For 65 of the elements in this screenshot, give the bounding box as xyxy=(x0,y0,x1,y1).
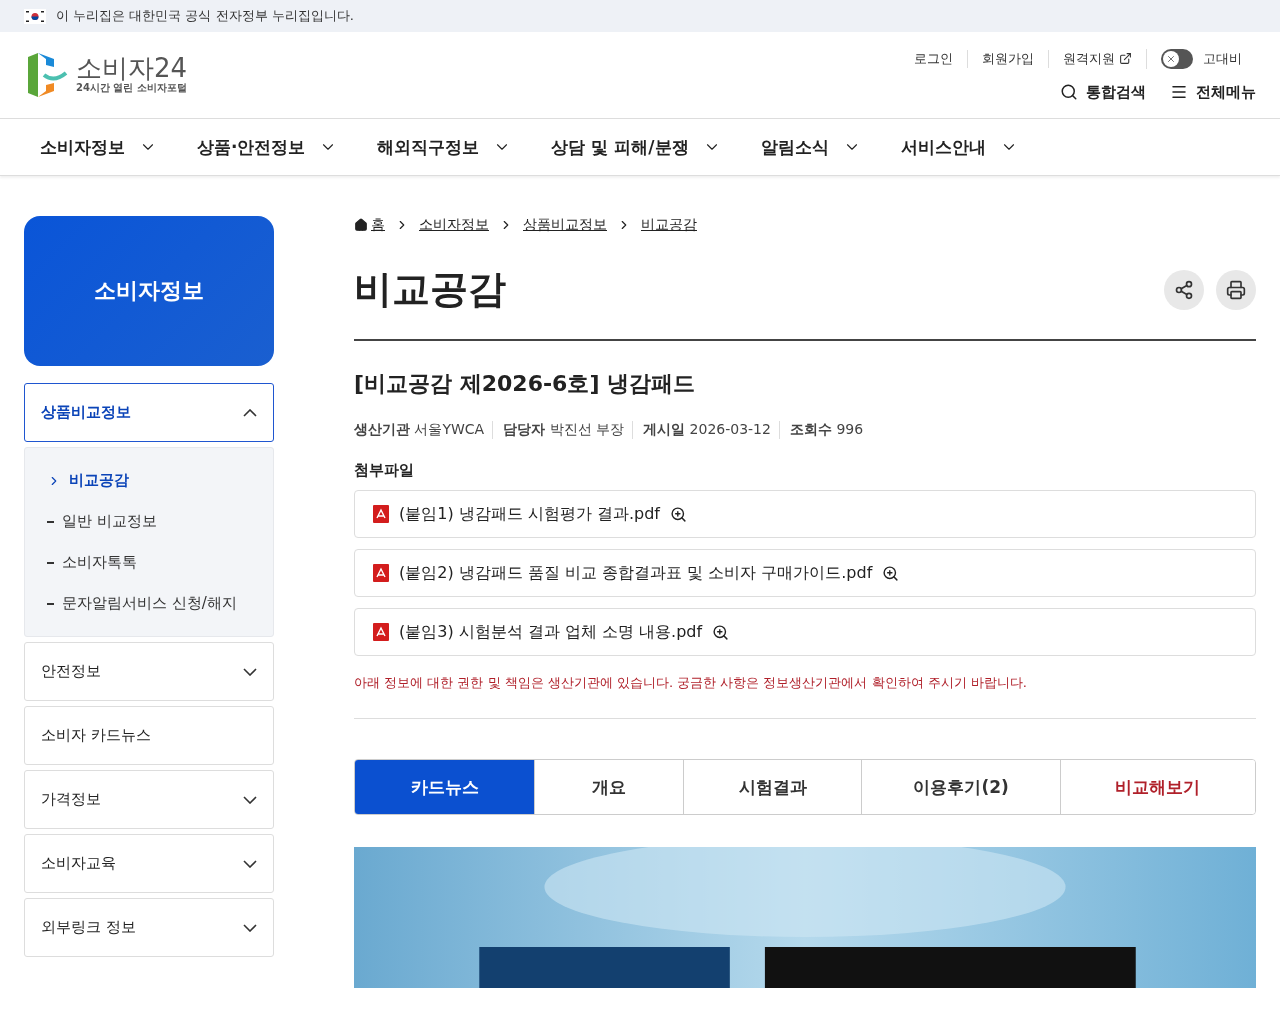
utility-link[interactable]: 원격지원 xyxy=(1048,49,1146,68)
sidebar-group[interactable]: 안전정보 xyxy=(24,642,274,701)
contrast-toggle[interactable] xyxy=(1161,48,1193,69)
tab[interactable]: 비교해보기 xyxy=(1059,760,1255,814)
logo-name: 소비자24 xyxy=(76,55,188,81)
attachments-label: 첨부파일 xyxy=(354,461,415,480)
attachment-link[interactable]: (붙임3) 시험분석 결과 업체 소명 내용.pdf xyxy=(354,608,1256,656)
sidebar-group[interactable]: 소비자 카드뉴스 xyxy=(24,706,274,765)
pdf-icon xyxy=(373,505,389,523)
logo-tagline: 24시간 열린 소비자포털 xyxy=(76,81,188,95)
article-title: [비교공감 제2026-6호] 냉감패드 xyxy=(354,370,697,398)
utility-link[interactable]: 로그인 xyxy=(900,49,967,68)
chevron-up-icon xyxy=(243,408,257,417)
sidebar-group[interactable]: 가격정보 xyxy=(24,770,274,829)
close-icon xyxy=(1166,53,1176,64)
breadcrumb-link[interactable]: 비교공감 xyxy=(641,216,697,234)
printer-icon xyxy=(1226,279,1246,300)
nav-item[interactable]: 상품·안전정보 xyxy=(197,135,338,159)
external-link-icon xyxy=(1119,52,1132,65)
share-button[interactable] xyxy=(1164,269,1204,310)
zoom-in-icon xyxy=(669,505,687,523)
search-button[interactable]: 통합검색 xyxy=(1060,82,1146,102)
nav-item[interactable]: 상담 및 피해/분쟁 xyxy=(551,135,721,159)
submenu-item[interactable]: 비교공감 xyxy=(47,460,251,501)
chevron-down-icon xyxy=(243,795,257,804)
nav-item[interactable]: 해외직구정보 xyxy=(377,135,512,159)
breadcrumb-link[interactable]: 상품비교정보 xyxy=(523,216,607,234)
page-title: 비교공감 xyxy=(354,266,506,313)
share-icon xyxy=(1174,279,1194,300)
sidebar-group[interactable]: 외부링크 정보 xyxy=(24,898,274,957)
submenu-item[interactable]: 소비자톡톡 xyxy=(47,542,251,583)
nav-item[interactable]: 알림소식 xyxy=(760,135,861,159)
chevron-down-icon xyxy=(243,923,257,932)
submenu-item[interactable]: 일반 비교정보 xyxy=(47,501,251,542)
chevron-down-icon xyxy=(243,859,257,868)
attachment-link[interactable]: (붙임1) 냉감패드 시험평가 결과.pdf xyxy=(354,490,1256,538)
attachment-link[interactable]: (붙임2) 냉감패드 품질 비교 종합결과표 및 소비자 구매가이드.pdf xyxy=(354,549,1256,597)
submenu-item[interactable]: 문자알림서비스 신청/해지 xyxy=(47,583,251,624)
search-icon xyxy=(1060,83,1078,101)
meta-item: 게시일 2026-03-12 xyxy=(632,421,779,439)
utility-link[interactable]: 회원가입 xyxy=(967,49,1048,68)
zoom-in-icon xyxy=(882,564,900,582)
section-banner: 소비자정보 xyxy=(24,216,274,366)
flag-icon xyxy=(24,8,46,24)
sidebar-group[interactable]: 상품비교정보 xyxy=(24,383,274,442)
nav-item[interactable]: 서비스안내 xyxy=(900,135,1018,159)
breadcrumb-link[interactable]: 홈 xyxy=(354,216,385,234)
meta-item: 담당자 박진선 부장 xyxy=(492,421,633,439)
contrast-label[interactable]: 고대비 xyxy=(1146,48,1256,69)
chevron-down-icon xyxy=(243,667,257,676)
pdf-icon xyxy=(373,564,389,582)
print-button[interactable] xyxy=(1216,269,1256,310)
sidebar-group[interactable]: 소비자교육 xyxy=(24,834,274,893)
notice-text: 아래 정보에 대한 권한 및 책임은 생산기관에 있습니다. 궁금한 사항은 정보생산기관에서 확인하여 주시기 바랍니다. xyxy=(354,674,1256,719)
home-icon xyxy=(354,218,368,232)
nav-item[interactable]: 소비자정보 xyxy=(40,135,157,159)
tab[interactable]: 카드뉴스 xyxy=(355,760,535,814)
gov-notice: 이 누리집은 대한민국 공식 전자정부 누리집입니다. xyxy=(56,7,354,25)
meta-item: 생산기관 서울YWCA xyxy=(354,421,486,439)
zoom-in-icon xyxy=(712,623,730,641)
menu-button[interactable]: 전체메뉴 xyxy=(1170,82,1256,102)
menu-icon xyxy=(1170,83,1188,101)
meta-item: 조회수 996 xyxy=(778,421,872,439)
breadcrumb-link[interactable]: 소비자정보 xyxy=(419,216,489,234)
pdf-icon xyxy=(373,623,389,641)
